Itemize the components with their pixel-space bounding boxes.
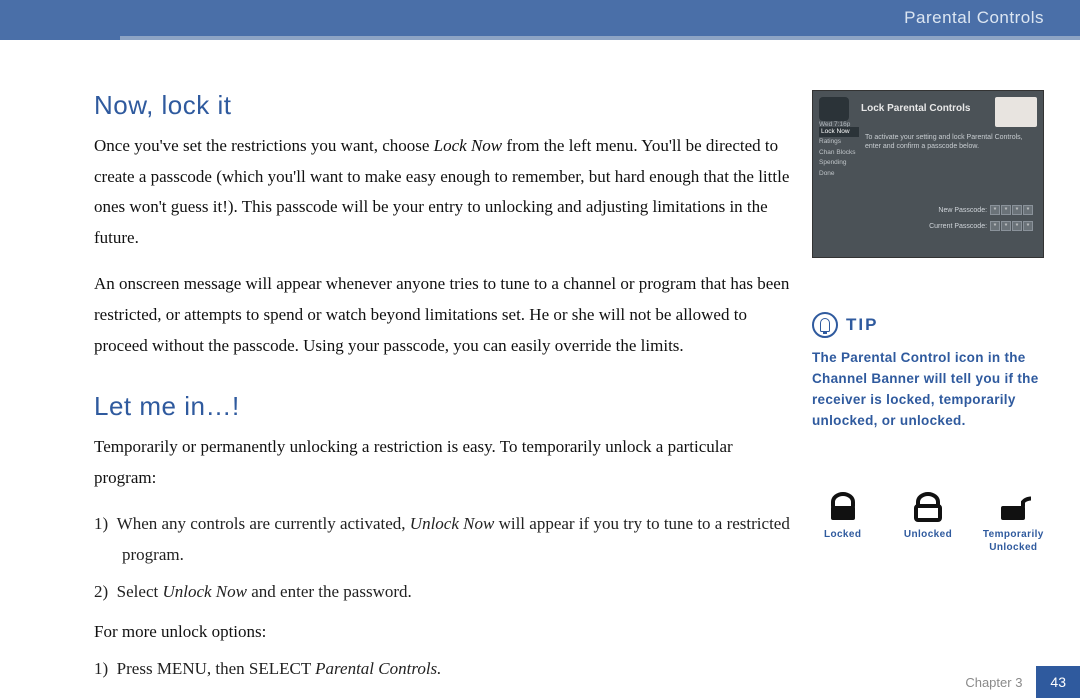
- passcode-box: *: [990, 205, 1000, 215]
- lock-now-em: Lock Now: [434, 136, 502, 155]
- tip-label: TIP: [846, 315, 878, 335]
- ss-left-menu: Lock Now Ratings Chan Blocks Spending Do…: [819, 127, 859, 179]
- list-number: 2): [94, 582, 108, 601]
- footer: Chapter 3 43: [951, 666, 1080, 698]
- locked-icon: [825, 492, 861, 522]
- lightbulb-icon: [812, 312, 838, 338]
- sidebar: Lock Parental Controls Wed 7:16p Lock No…: [812, 90, 1044, 554]
- text: When any controls are currently activate…: [117, 514, 410, 533]
- ss-menu-item: Done: [819, 169, 859, 179]
- unlocked-caption: Unlocked: [904, 528, 952, 541]
- passcode-box: *: [1001, 205, 1011, 215]
- text: Select: [117, 582, 163, 601]
- passcode-box: *: [1001, 221, 1011, 231]
- section2-intro: Temporarily or permanently unlocking a r…: [94, 432, 794, 493]
- breadcrumb: Parental Controls: [904, 8, 1044, 28]
- tv-screenshot: Lock Parental Controls Wed 7:16p Lock No…: [812, 90, 1044, 258]
- list-item: 1) When any controls are currently activ…: [94, 509, 794, 570]
- passcode-box: *: [990, 221, 1000, 231]
- unlocked-icon: [910, 492, 946, 522]
- top-bar: Parental Controls: [0, 0, 1080, 40]
- ss-menu-item: Lock Now: [819, 127, 859, 137]
- ss-field-label: Current Passcode:: [929, 223, 987, 230]
- section1-paragraph-2: An onscreen message will appear whenever…: [94, 269, 794, 361]
- list-number: 1): [94, 659, 108, 678]
- list-item: 2) Select Unlock Now and enter the passw…: [94, 577, 794, 608]
- page-body: Now, lock it Once you've set the restric…: [0, 40, 1080, 698]
- unlock-now-em: Unlock Now: [162, 582, 247, 601]
- section2-title: Let me in…!: [94, 391, 794, 422]
- passcode-box: *: [1023, 221, 1033, 231]
- passcode-box: *: [1023, 205, 1033, 215]
- chapter-label: Chapter 3: [951, 666, 1036, 698]
- unlock-now-em: Unlock Now: [410, 514, 495, 533]
- ss-person-image: [995, 97, 1037, 127]
- text: Press MENU, then SELECT: [117, 659, 316, 678]
- page-number: 43: [1036, 666, 1080, 698]
- main-content: Now, lock it Once you've set the restric…: [94, 90, 794, 690]
- text: Once you've set the restrictions you wan…: [94, 136, 434, 155]
- temp-unlocked-icon: [995, 492, 1031, 522]
- ss-body-text: To activate your setting and lock Parent…: [865, 133, 1035, 151]
- tip-text: The Parental Control icon in the Channel…: [812, 348, 1044, 432]
- ss-title: Lock Parental Controls: [861, 103, 970, 114]
- locked-caption: Locked: [824, 528, 861, 541]
- section1-paragraph-1: Once you've set the restrictions you wan…: [94, 131, 794, 253]
- lock-icons-row: Locked Unlocked Temporarily Unlocked: [812, 492, 1044, 554]
- passcode-box: *: [1012, 221, 1022, 231]
- more-options-text: For more unlock options:: [94, 617, 794, 648]
- list-number: 1): [94, 514, 108, 533]
- text: and enter the password.: [247, 582, 412, 601]
- ss-menu-item: Spending: [819, 158, 859, 168]
- list-item: 1) Press MENU, then SELECT Parental Cont…: [94, 654, 794, 685]
- ss-menu-item: Ratings: [819, 137, 859, 147]
- parental-controls-em: Parental Controls.: [315, 659, 441, 678]
- ss-menu-item: Chan Blocks: [819, 148, 859, 158]
- tip-block: TIP The Parental Control icon in the Cha…: [812, 312, 1044, 432]
- passcode-box: *: [1012, 205, 1022, 215]
- logo-box: [819, 97, 849, 121]
- temp-unlocked-caption: Temporarily Unlocked: [983, 528, 1044, 554]
- section1-title: Now, lock it: [94, 90, 794, 121]
- ss-passcode-fields: New Passcode: **** Current Passcode: ***…: [929, 205, 1033, 237]
- ss-field-label: New Passcode:: [938, 207, 987, 214]
